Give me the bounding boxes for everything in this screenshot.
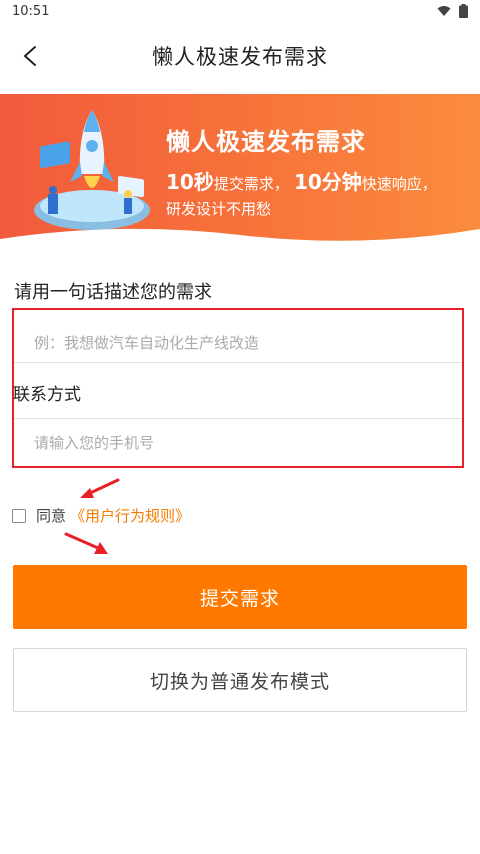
agreement-prefix: 同意 (36, 507, 67, 525)
submit-button[interactable]: 提交需求 (13, 565, 467, 629)
need-input[interactable] (14, 318, 462, 368)
annotation-arrow-down (64, 532, 108, 554)
annotation-arrow-up (80, 478, 120, 498)
banner-tagline: 10秒提交需求， 10分钟快速响应， (166, 166, 437, 195)
banner-tagline-part: 提交需求， (213, 175, 289, 193)
phone-input[interactable] (14, 418, 462, 468)
status-bar: 10:51 (0, 0, 480, 22)
banner-tagline-part: 10秒 (166, 170, 214, 194)
status-icons (437, 4, 468, 18)
banner-tagline-part: 快速响应， (361, 175, 437, 193)
nav-bar: 懒人极速发布需求 (0, 26, 480, 86)
wifi-icon (437, 6, 451, 16)
banner-wave (0, 228, 480, 250)
agreement-row: 同意 《用户行为规则》 (12, 505, 190, 526)
chevron-left-icon (23, 46, 36, 66)
page-title: 懒人极速发布需求 (152, 45, 328, 69)
status-time: 10:51 (12, 3, 50, 19)
banner-tagline-part: 10分钟 (293, 170, 362, 194)
promo-banner: 懒人极速发布需求 10秒提交需求， 10分钟快速响应， 研发设计不用愁 (0, 94, 480, 250)
user-rules-link[interactable]: 《用户行为规则》 (70, 505, 190, 526)
contact-label: 联系方式 (13, 385, 81, 405)
need-section-label: 请用一句话描述您的需求 (14, 282, 212, 303)
agreement-checkbox[interactable] (12, 508, 26, 523)
switch-mode-button[interactable]: 切换为普通发布模式 (13, 648, 467, 712)
form-highlight-box: 联系方式 (12, 308, 464, 468)
banner-title: 懒人极速发布需求 (166, 128, 366, 156)
battery-icon (459, 4, 468, 18)
divider (14, 362, 462, 363)
back-button[interactable] (10, 36, 50, 76)
